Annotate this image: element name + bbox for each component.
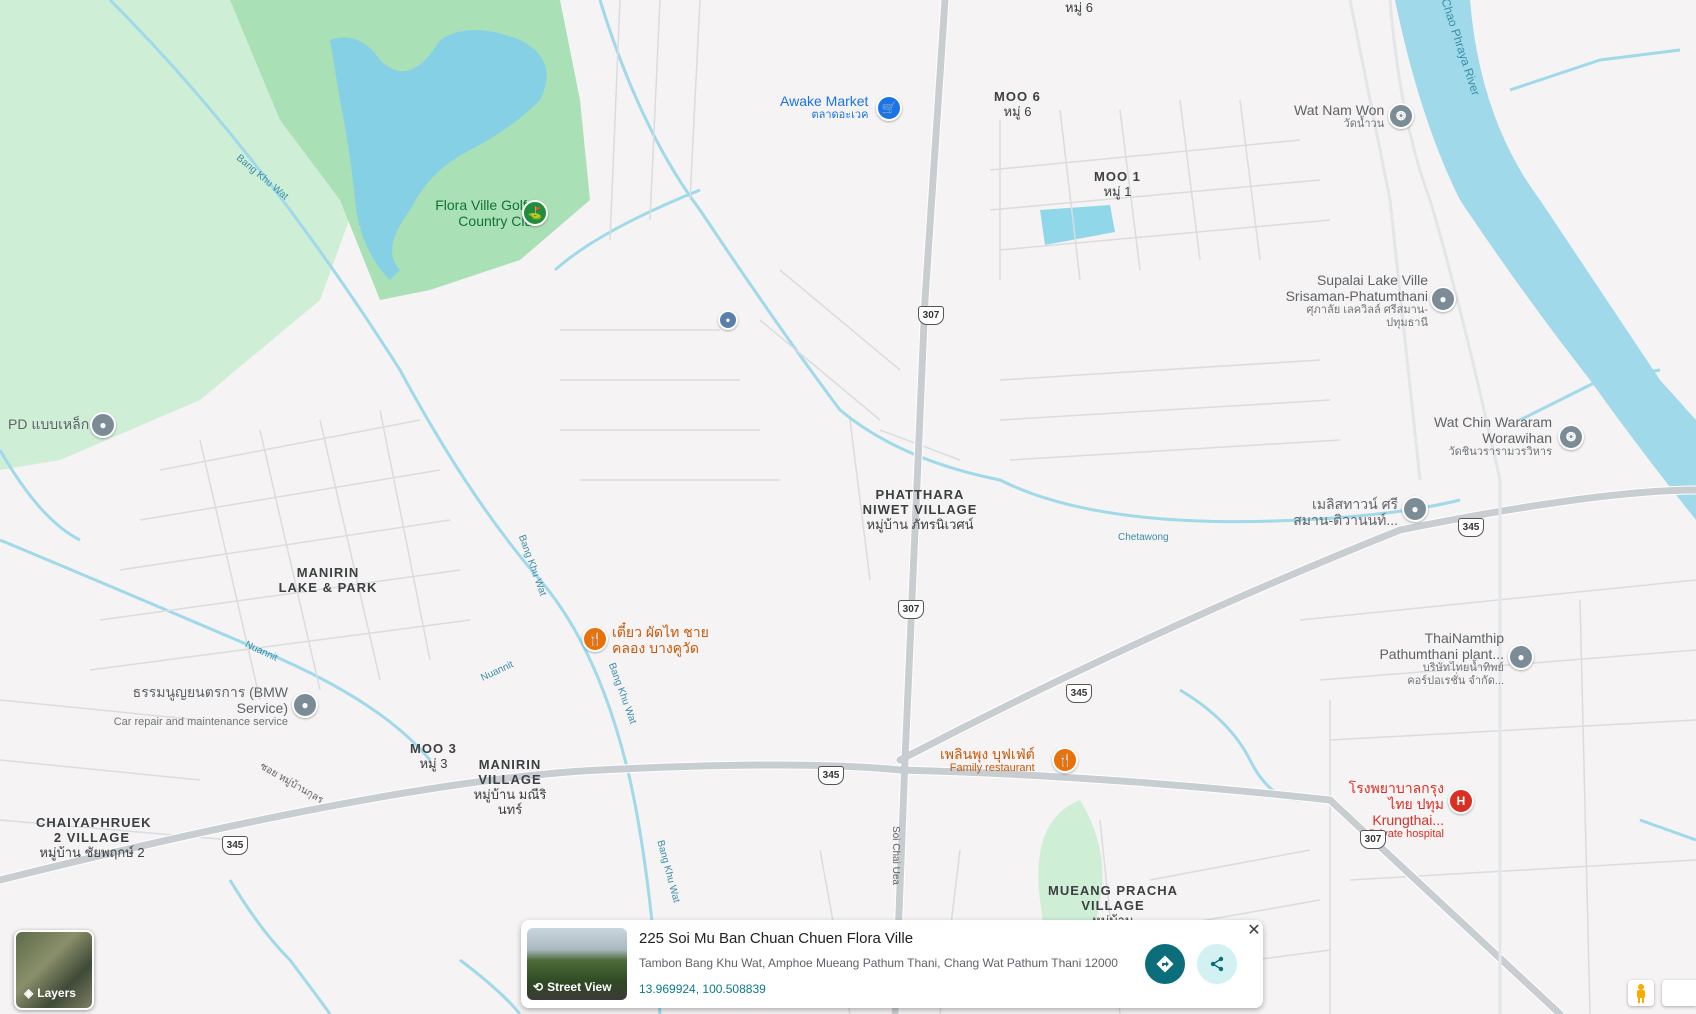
temple-icon[interactable]: ❂ xyxy=(1558,424,1584,450)
poi-name: ธรรมนูญยนตรการ (BMW Service) xyxy=(132,684,288,717)
poi-sub: Private hospital xyxy=(1368,828,1444,841)
poi-sub: ศุภาลัย เลควิลล์ ศรีสมาน-ปทุมธานี xyxy=(1306,304,1428,329)
directions-icon xyxy=(1156,955,1174,973)
pin-icon[interactable]: ● xyxy=(1430,286,1456,312)
poi-thainamthip[interactable]: ThaiNamthip Pathumthani plant... บริษัทไ… xyxy=(1374,630,1504,687)
poi-name: Wat Nam Won xyxy=(1294,102,1385,118)
area-th: หมู่ 6 xyxy=(1003,103,1032,119)
street-view-thumbnail[interactable]: ⟲ Street View xyxy=(527,928,627,1000)
poi-sub: Family restaurant xyxy=(949,762,1035,775)
place-title: 225 Soi Mu Ban Chuan Chuen Flora Ville xyxy=(639,930,914,947)
pegman-icon[interactable] xyxy=(1628,980,1654,1006)
close-button[interactable]: ✕ xyxy=(1245,922,1263,940)
route-shield: 345 xyxy=(1458,518,1484,537)
street-view-label: Street View xyxy=(547,980,612,994)
area-th: หมู่ 3 xyxy=(419,755,448,771)
restaurant-icon[interactable]: 🍴 xyxy=(582,626,608,652)
area-en: PHATTHARA NIWET VILLAGE xyxy=(862,487,978,517)
cart-icon[interactable]: 🛒 xyxy=(876,95,902,121)
area-en: MOO 1 xyxy=(1094,169,1141,184)
share-button[interactable] xyxy=(1197,944,1237,984)
poi-sub: วัดชินวรารามวรวิหาร xyxy=(1448,446,1552,459)
poi-name: PD แบบเหล็ก xyxy=(8,416,90,432)
layers-label: Layers xyxy=(37,986,76,1000)
area-label-moo3: MOO 3 หมู่ 3 xyxy=(410,741,457,772)
pin-icon[interactable]: ● xyxy=(1508,644,1534,670)
poi-sub: Car repair and maintenance service xyxy=(113,716,288,729)
poi-sub: บริษัทไทยน้ำทิพย์ คอร์ปอเรชั่น จำกัด... xyxy=(1407,662,1504,687)
share-icon xyxy=(1210,956,1224,972)
area-en: MANIRIN LAKE & PARK xyxy=(278,565,378,595)
poi-supalai[interactable]: Supalai Lake Ville Srisaman-Phatumthani … xyxy=(1280,272,1428,329)
route-shield: 307 xyxy=(898,600,924,619)
place-coordinates[interactable]: 13.969924, 100.508839 xyxy=(639,982,766,996)
area-label-moo6-top: หมู่ 6 xyxy=(1065,0,1093,16)
area-th: หมู่ 1 xyxy=(1103,183,1132,199)
dropped-pin-icon[interactable]: • xyxy=(718,310,738,330)
poi-krungthai[interactable]: โรงพยาบาลกรุงไทย ปทุม Krungthai... Priva… xyxy=(1334,780,1444,841)
street-view-icon: ⟲ xyxy=(533,980,544,994)
poi-name: Supalai Lake Ville Srisaman-Phatumthani xyxy=(1285,272,1428,305)
restaurant-icon[interactable]: 🍴 xyxy=(1052,747,1078,773)
poi-wat-chin[interactable]: Wat Chin Wararam Worawihan วัดชินวรารามว… xyxy=(1430,414,1552,459)
area-th: หมู่บ้าน ชัยพฤกษ์ 2 xyxy=(39,844,145,860)
pin-icon[interactable]: ● xyxy=(292,692,318,718)
poi-name: ThaiNamthip Pathumthani plant... xyxy=(1379,630,1504,663)
street-label: Chetawong xyxy=(1118,532,1169,543)
poi-name: เมลิสทาวน์ ศรีสมาน-ติวานนท์... xyxy=(1293,496,1398,529)
area-th: หมู่ 6 xyxy=(1065,0,1093,15)
route-shield: 345 xyxy=(818,766,844,785)
pin-icon[interactable]: ● xyxy=(1402,496,1428,522)
poi-name: Awake Market xyxy=(780,93,869,109)
golf-icon[interactable]: ⛳ xyxy=(522,200,548,226)
poi-sub: ตลาดอะเวค xyxy=(811,109,869,122)
poi-awake-market[interactable]: Awake Market ตลาดอะเวค xyxy=(780,93,868,122)
layers-label-wrap: ◈ Layers xyxy=(24,986,76,1000)
poi-phloen[interactable]: เพลินพุง บุฟเฟ่ต์ Family restaurant xyxy=(940,746,1035,775)
route-shield: 307 xyxy=(1360,830,1386,849)
area-label-moo6: MOO 6 หมู่ 6 xyxy=(994,89,1041,120)
poi-name: เตี๋ยว ผัดไท ชายคลอง บางคูวัด xyxy=(612,624,709,657)
area-th: หมู่บ้าน มณีรินทร์ xyxy=(473,786,547,817)
poi-sub: วัดน้ำวน xyxy=(1343,118,1385,131)
layers-icon: ◈ xyxy=(24,986,34,1000)
street-label: Soi Chai Uea xyxy=(889,826,901,885)
place-card: ⟲ Street View 225 Soi Mu Ban Chuan Chuen… xyxy=(521,920,1263,1008)
poi-name: Wat Chin Wararam Worawihan xyxy=(1434,414,1552,447)
pin-icon[interactable]: ● xyxy=(90,412,116,438)
area-en: MOO 6 xyxy=(994,89,1041,104)
directions-button[interactable] xyxy=(1145,944,1185,984)
area-label-phatthara: PHATTHARA NIWET VILLAGE หมู่บ้าน ภัทรนิเว… xyxy=(862,487,978,533)
poi-bmw[interactable]: ธรรมนูญยนตรการ (BMW Service) Car repair … xyxy=(112,684,288,729)
area-label-manirin-village: MANIRIN VILLAGE หมู่บ้าน มณีรินทร์ xyxy=(470,757,550,818)
poi-wat-nam-won[interactable]: Wat Nam Won วัดน้ำวน xyxy=(1294,102,1384,131)
layers-button[interactable]: ◈ Layers xyxy=(14,930,94,1010)
area-label-chaiyaphruek: CHAIYAPHRUEK 2 VILLAGE หมู่บ้าน ชัยพฤกษ์ … xyxy=(36,815,152,861)
map-canvas[interactable] xyxy=(0,0,1696,1014)
route-shield: 345 xyxy=(1066,684,1092,703)
poi-name: เพลินพุง บุฟเฟ่ต์ xyxy=(940,746,1035,762)
poi-meliscity[interactable]: เมลิสทาวน์ ศรีสมาน-ติวานนท์... xyxy=(1286,496,1398,528)
area-label-manirin-lake: MANIRIN LAKE & PARK xyxy=(278,565,378,596)
route-shield: 345 xyxy=(222,836,248,855)
poi-tiew[interactable]: เตี๋ยว ผัดไท ชายคลอง บางคูวัด xyxy=(612,624,722,656)
poi-pd[interactable]: PD แบบเหล็ก xyxy=(8,416,89,432)
area-en: CHAIYAPHRUEK 2 VILLAGE xyxy=(36,815,152,845)
area-th: หมู่บ้าน ภัทรนิเวศน์ xyxy=(866,516,974,532)
area-en: MUEANG PRACHA VILLAGE xyxy=(1048,883,1178,913)
pegman-figure xyxy=(1637,984,1645,1003)
area-label-moo1: MOO 1 หมู่ 1 xyxy=(1094,169,1141,200)
area-en: MANIRIN VILLAGE xyxy=(478,757,542,787)
hospital-icon[interactable]: H xyxy=(1448,788,1474,814)
route-shield: 307 xyxy=(918,306,944,325)
area-en: MOO 3 xyxy=(410,741,457,756)
poi-name: โรงพยาบาลกรุงไทย ปทุม Krungthai... xyxy=(1348,780,1444,829)
imagery-strip[interactable] xyxy=(1662,980,1696,1006)
place-address: Tambon Bang Khu Wat, Amphoe Mueang Pathu… xyxy=(639,956,1118,970)
temple-icon[interactable]: ❂ xyxy=(1388,103,1414,129)
street-view-label-wrap: ⟲ Street View xyxy=(533,980,612,994)
